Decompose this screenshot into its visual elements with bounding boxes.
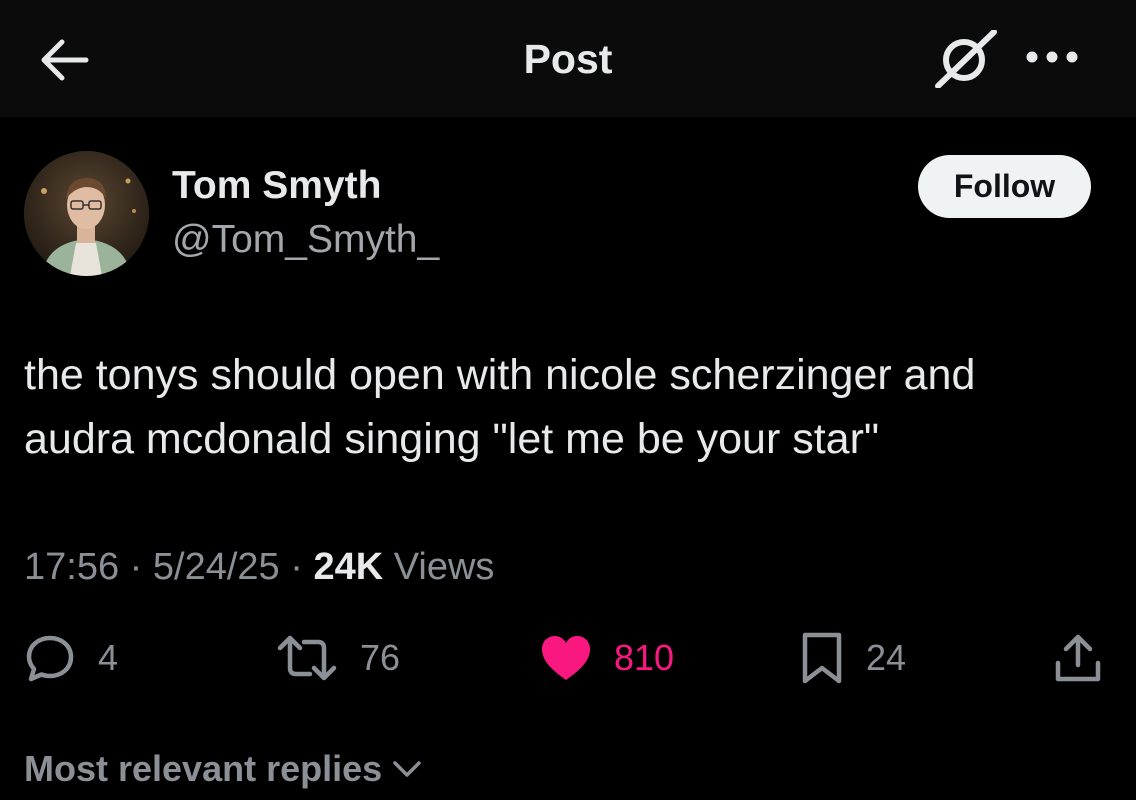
avatar[interactable] — [24, 151, 149, 276]
bookmark-button[interactable]: 24 — [800, 628, 906, 688]
tweet-meta: 17:56 · 5/24/25 · 24K Views — [24, 543, 494, 591]
repost-count: 76 — [360, 637, 401, 678]
replies-sort-label: Most relevant replies — [24, 748, 383, 789]
like-count: 810 — [614, 637, 675, 678]
top-bar: Post — [0, 0, 1136, 117]
meta-separator: · — [129, 546, 143, 588]
heart-filled-icon — [542, 636, 590, 680]
reply-count: 4 — [98, 637, 119, 678]
reply-icon — [26, 635, 74, 682]
views-label[interactable]: Views — [394, 546, 495, 588]
views-count[interactable]: 24K — [313, 546, 383, 588]
follow-button[interactable]: Follow — [918, 155, 1091, 218]
tweet-time: 17:56 — [24, 546, 120, 588]
bookmark-icon — [802, 632, 842, 684]
tweet-text: the tonys should open with nicole scherz… — [24, 351, 976, 463]
more-dots-icon — [1026, 51, 1078, 63]
bookmark-count: 24 — [866, 637, 907, 678]
repost-icon — [277, 635, 337, 681]
replies-sort-dropdown[interactable]: Most relevant replies — [24, 745, 422, 793]
share-button[interactable] — [1052, 628, 1104, 688]
share-icon — [1055, 634, 1101, 682]
tweet-date: 5/24/25 — [152, 546, 280, 588]
more-options-button[interactable] — [1024, 42, 1080, 72]
chevron-down-icon — [393, 761, 421, 777]
author-name[interactable]: Tom Smyth — [172, 162, 381, 210]
meta-separator: · — [290, 546, 303, 588]
author-handle[interactable]: @Tom_Smyth_ — [172, 216, 439, 264]
grok-button[interactable] — [934, 29, 998, 89]
grok-icon — [935, 29, 997, 89]
reply-button[interactable]: 4 — [24, 628, 118, 688]
like-button[interactable]: 810 — [540, 628, 674, 688]
repost-button[interactable]: 76 — [276, 628, 400, 688]
